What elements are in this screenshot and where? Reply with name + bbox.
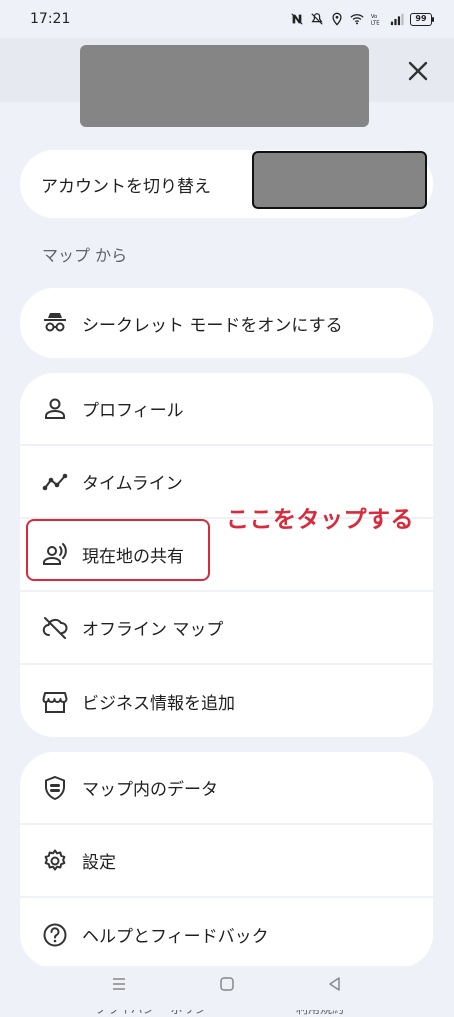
menu-item-label: プロフィール xyxy=(82,401,184,421)
menu-item-label: ビジネス情報を追加 xyxy=(82,694,235,714)
shield-data-icon xyxy=(42,775,68,801)
status-bar: 17:21 Vo LTE 99 xyxy=(0,0,454,38)
redacted-account-header xyxy=(80,45,369,127)
menu-item-help-feedback[interactable]: ヘルプとフィードバック xyxy=(20,898,433,968)
menu-item-label: マップ内のデータ xyxy=(82,780,218,800)
home-button[interactable] xyxy=(212,972,242,996)
signal-icon xyxy=(390,13,404,26)
switch-account-label: アカウントを切り替え xyxy=(41,177,211,197)
back-button[interactable] xyxy=(320,972,350,996)
status-time: 17:21 xyxy=(30,11,71,27)
annotation-callout: ここをタップする xyxy=(226,507,414,533)
menu-group-secondary: マップ内のデータ 設定 ヘルプとフィードバック xyxy=(20,752,433,968)
incognito-card: シークレット モードをオンにする xyxy=(20,288,433,358)
menu-item-label: ヘルプとフィードバック xyxy=(82,927,269,947)
menu-item-offline-maps[interactable]: オフライン マップ xyxy=(20,592,433,665)
storefront-icon xyxy=(42,689,68,715)
close-button[interactable] xyxy=(401,54,435,88)
incognito-mode-item[interactable]: シークレット モードをオンにする xyxy=(20,288,433,358)
back-icon xyxy=(329,977,340,991)
menu-item-profile[interactable]: プロフィール xyxy=(20,373,433,446)
menu-item-label: オフライン マップ xyxy=(82,620,224,640)
menu-item-label: 設定 xyxy=(82,853,116,873)
annotation-highlight-box xyxy=(26,519,210,581)
timeline-icon xyxy=(42,469,68,495)
svg-text:LTE: LTE xyxy=(371,20,380,26)
location-icon xyxy=(332,12,342,26)
incognito-label: シークレット モードをオンにする xyxy=(82,315,343,336)
menu-item-settings[interactable]: 設定 xyxy=(20,825,433,898)
mute-icon xyxy=(311,13,323,25)
close-icon xyxy=(408,61,428,81)
help-icon xyxy=(42,922,68,948)
wifi-icon xyxy=(350,14,364,25)
menu-item-label: タイムライン xyxy=(82,474,183,494)
settings-icon xyxy=(42,848,68,874)
offline-map-icon xyxy=(42,615,68,641)
redacted-account-avatars xyxy=(252,151,427,209)
volte-icon: VoLTE xyxy=(371,14,380,26)
menu-item-your-data[interactable]: マップ内のデータ xyxy=(20,752,433,825)
recents-button[interactable] xyxy=(104,972,134,996)
incognito-icon xyxy=(42,310,68,336)
battery-indicator: 99 xyxy=(410,12,434,26)
status-icons: Vo LTE 99 xyxy=(290,12,434,26)
person-icon xyxy=(42,396,68,422)
section-title: マップ から xyxy=(42,246,128,265)
system-nav-bar xyxy=(0,966,454,1010)
home-icon xyxy=(220,977,234,991)
menu-item-add-business[interactable]: ビジネス情報を追加 xyxy=(20,665,433,737)
nfc-icon xyxy=(291,13,303,25)
recents-icon xyxy=(113,978,125,990)
svg-text:Vo: Vo xyxy=(371,14,377,20)
